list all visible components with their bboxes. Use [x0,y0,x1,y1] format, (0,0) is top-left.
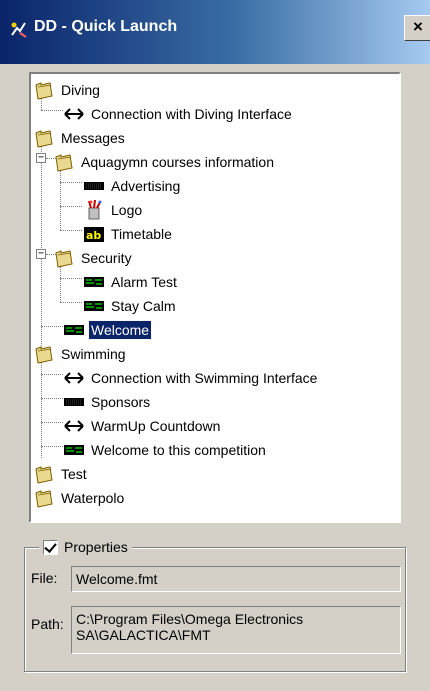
tree-line [41,110,63,111]
close-button[interactable]: × [404,15,430,41]
tree-line [41,422,63,423]
connection-icon [63,415,85,437]
message-board-icon [63,439,85,461]
tree-item-alarm-test[interactable]: Alarm Test [83,270,179,294]
window-title: DD - Quick Launch [34,18,178,35]
tree-item-label: Stay Calm [111,298,176,314]
folder-icon [33,487,55,509]
tree-item-security[interactable]: Security [53,246,134,270]
tree-item-label: Swimming [61,346,126,362]
file-field: Welcome.fmt [71,566,401,592]
tree-item-connection-diving[interactable]: Connection with Diving Interface [63,102,294,126]
tree-line [60,206,82,207]
tree-item-label: Connection with Swimming Interface [91,370,318,386]
tree-item-aquagymn[interactable]: Aquagymn courses information [53,150,276,174]
folder-icon [53,151,75,173]
tree-item-diving[interactable]: Diving [33,78,102,102]
tree-item-label: Welcome [87,320,153,340]
app-icon [8,19,30,41]
properties-legend: Properties [39,536,132,558]
tree-line [41,374,63,375]
folder-icon [33,343,55,365]
tree-item-welcome[interactable]: Welcome [63,318,153,342]
connection-icon [63,103,85,125]
quick-launch-tree[interactable]: − − Diving Connection with Diving Interf… [29,72,401,523]
svg-text:ab: ab [86,229,101,242]
tree-item-warmup-countdown[interactable]: WarmUp Countdown [63,414,222,438]
tree-item-messages[interactable]: Messages [33,126,127,150]
properties-label: Properties [64,539,128,555]
tree-line [60,170,61,230]
title-bar[interactable]: DD - Quick Launch × [0,0,430,64]
tree-line [60,266,61,302]
tree-line [41,326,63,327]
quick-launch-window: DD - Quick Launch × − − Diving Connectio… [0,0,430,691]
tree-item-label: Test [61,466,87,482]
tree-item-label: Timetable [111,226,172,242]
tree-item-sponsors[interactable]: Sponsors [63,390,152,414]
tree-item-welcome-competition[interactable]: Welcome to this competition [63,438,268,462]
tree-item-test[interactable]: Test [33,462,89,486]
tree-item-label: Sponsors [91,394,151,410]
tree-item-label: Messages [61,130,125,146]
tree-item-label: Waterpolo [61,490,125,506]
display-board-icon [63,391,85,413]
tree-line [60,302,82,303]
tree-item-swimming[interactable]: Swimming [33,342,128,366]
tree-line [41,398,63,399]
tree-item-label: Aquagymn courses information [81,154,274,170]
display-board-icon [83,175,105,197]
tree-line [60,278,82,279]
folder-icon [33,463,55,485]
tree-item-waterpolo[interactable]: Waterpolo [33,486,126,510]
tree-line [41,362,42,458]
folder-icon [33,79,55,101]
message-board-icon [83,271,105,293]
file-value: Welcome.fmt [76,571,158,587]
path-label: Path: [31,616,64,632]
tree-line [60,182,82,183]
tree-item-timetable[interactable]: ab Timetable [83,222,174,246]
tree-item-label: Alarm Test [111,274,177,290]
path-field: C:\Program Files\Omega Electronics SA\GA… [71,606,401,654]
tree-item-stay-calm[interactable]: Stay Calm [83,294,178,318]
message-board-icon [83,295,105,317]
expander-minus[interactable]: − [36,153,46,163]
tree-item-advertising[interactable]: Advertising [83,174,182,198]
logo-icon [83,199,105,221]
properties-checkbox[interactable] [43,539,58,555]
tree-item-label: Welcome to this competition [91,442,266,458]
tree-item-label: Diving [61,82,100,98]
tree-item-label: Logo [111,202,143,218]
text-ab-icon: ab [83,223,105,245]
tree-item-label: Advertising [111,178,181,194]
message-board-icon [63,319,85,341]
tree-item-label: Connection with Diving Interface [91,106,292,122]
file-label: File: [31,570,58,586]
expander-minus[interactable]: − [36,249,46,259]
path-value: C:\Program Files\Omega Electronics SA\GA… [76,611,304,643]
properties-group: Properties File: Welcome.fmt Path: C:\Pr… [24,536,406,672]
tree-item-label: WarmUp Countdown [91,418,221,434]
tree-item-logo[interactable]: Logo [83,198,144,222]
tree-line [60,230,82,231]
tree-item-label: Security [81,250,132,266]
folder-icon [33,127,55,149]
tree-item-connection-swimming[interactable]: Connection with Swimming Interface [63,366,319,390]
connection-icon [63,367,85,389]
tree-line [41,446,63,447]
folder-icon [53,247,75,269]
